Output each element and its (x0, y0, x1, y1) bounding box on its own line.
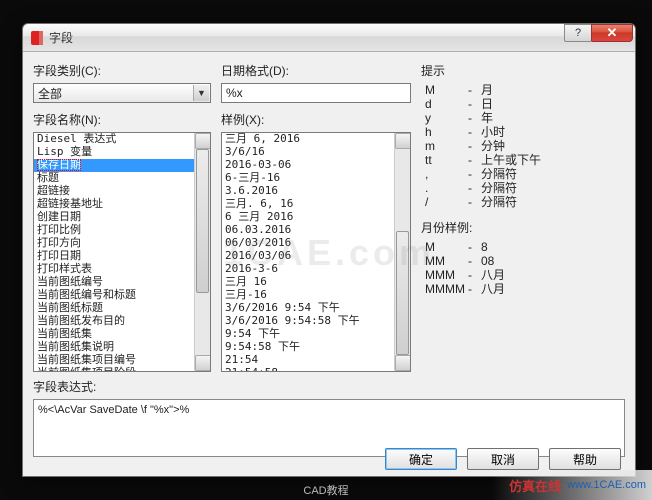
category-value: 全部 (38, 85, 62, 102)
titlebar[interactable]: 字段 ? ✕ (23, 24, 635, 52)
samples-label: 样例(X): (221, 111, 411, 128)
list-item[interactable]: 保存日期 (34, 159, 210, 172)
month-sample-label: 月份样例: (421, 219, 625, 236)
category-label: 字段类别(C): (33, 62, 211, 79)
date-format-input[interactable]: %x (221, 83, 411, 103)
list-item[interactable]: Lisp 变量 (34, 146, 210, 159)
ok-button[interactable]: 确定 (385, 448, 457, 470)
list-item[interactable]: 21:54:58 (222, 367, 410, 372)
hints-table: M-月d-日y-年h-小时m-分钟tt-上午或下午,-分隔符.-分隔符/-分隔符 (421, 83, 625, 209)
scrollbar[interactable]: ▲ ▼ (394, 133, 410, 371)
field-dialog: 字段 ? ✕ 字段类别(C): 全部 ▼ 字段名称(N): Diesel 表达式… (22, 23, 636, 477)
window-buttons: ? ✕ (565, 24, 633, 42)
scroll-up-icon[interactable]: ▲ (195, 133, 211, 149)
cancel-button[interactable]: 取消 (467, 448, 539, 470)
left-column: 字段类别(C): 全部 ▼ 字段名称(N): Diesel 表达式Lisp 变量… (33, 60, 211, 372)
scroll-down-icon[interactable]: ▼ (395, 355, 411, 371)
dialog-footer: 确定 取消 帮助 (23, 448, 635, 470)
category-combo[interactable]: 全部 ▼ (33, 83, 211, 103)
scroll-up-icon[interactable]: ▲ (395, 133, 411, 149)
date-format-label: 日期格式(D): (221, 62, 411, 79)
autocad-icon (31, 31, 43, 45)
scrollbar[interactable]: ▲ ▼ (194, 133, 210, 371)
right-column: 提示 M-月d-日y-年h-小时m-分钟tt-上午或下午,-分隔符.-分隔符/-… (421, 60, 625, 372)
window-title: 字段 (49, 29, 73, 46)
help-button[interactable]: ? (564, 24, 592, 42)
hints-label: 提示 (421, 62, 625, 79)
month-sample-table: M-8MM-08MMM-八月MMMM-八月 (421, 240, 625, 296)
chevron-down-icon: ▼ (193, 85, 209, 101)
expression-label: 字段表达式: (33, 378, 625, 395)
field-names-list[interactable]: Diesel 表达式Lisp 变量保存日期标题超链接超链接基地址创建日期打印比例… (33, 132, 211, 372)
scroll-down-icon[interactable]: ▼ (195, 355, 211, 371)
middle-column: 日期格式(D): %x 样例(X): 三月 6, 20163/6/162016-… (221, 60, 411, 372)
list-item[interactable]: 当前图纸集项目阶段 (34, 367, 210, 372)
names-label: 字段名称(N): (33, 111, 211, 128)
help-button[interactable]: 帮助 (549, 448, 621, 470)
close-button[interactable]: ✕ (591, 24, 633, 42)
samples-list[interactable]: 三月 6, 20163/6/162016-03-066-三月-163.6.201… (221, 132, 411, 372)
dialog-body: 字段类别(C): 全部 ▼ 字段名称(N): Diesel 表达式Lisp 变量… (23, 52, 635, 476)
